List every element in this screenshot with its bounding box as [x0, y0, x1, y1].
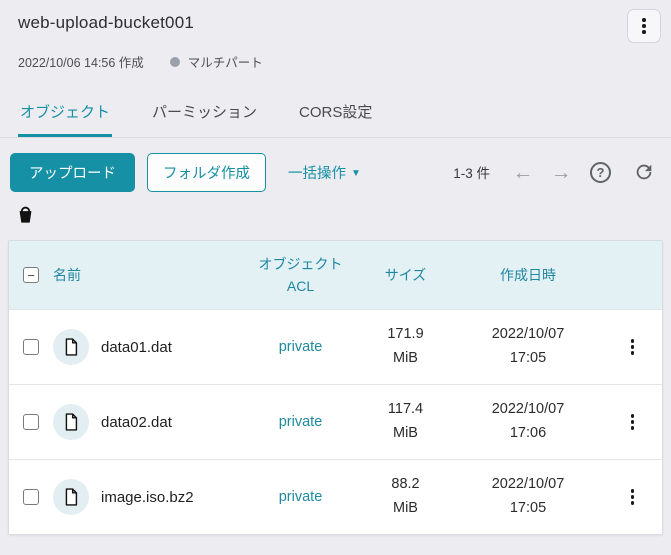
table-row: data02.dat private 117.4 MiB 2022/10/07 … [9, 384, 662, 459]
kebab-menu-icon [631, 414, 635, 430]
object-name-link[interactable]: image.iso.bz2 [101, 489, 194, 506]
object-size: 171.9 MiB [358, 323, 453, 371]
pagination: 1-3 件 ← → ? [453, 160, 657, 184]
object-created-datetime: 2022/10/07 17:06 [453, 398, 603, 446]
tab-bar: オブジェクト パーミッション CORS設定 [0, 97, 671, 138]
refresh-icon[interactable] [633, 160, 657, 184]
object-size: 117.4 MiB [358, 398, 453, 446]
multipart-status-dot-icon [170, 57, 180, 67]
file-icon [53, 404, 89, 440]
object-toolbar: アップロード フォルダ作成 一括操作 ▼ 1-3 件 ← → ? [10, 152, 657, 192]
create-folder-button[interactable]: フォルダ作成 [147, 153, 266, 192]
help-icon[interactable]: ? [590, 162, 611, 183]
multipart-badge: マルチパート [188, 52, 263, 71]
select-all-checkbox[interactable]: − [23, 267, 39, 283]
bucket-root-icon[interactable] [16, 204, 35, 232]
title-bar: web-upload-bucket001 [0, 0, 671, 43]
tab-objects[interactable]: オブジェクト [18, 97, 112, 137]
bucket-actions-menu-button[interactable] [627, 9, 661, 43]
upload-button[interactable]: アップロード [10, 153, 135, 192]
file-icon [53, 329, 89, 365]
bulk-actions-dropdown[interactable]: 一括操作 ▼ [288, 162, 361, 183]
file-icon [53, 479, 89, 515]
kebab-menu-icon [631, 339, 635, 355]
created-timestamp: 2022/10/06 14:56 作成 [18, 52, 144, 71]
object-created-datetime: 2022/10/07 17:05 [453, 473, 603, 521]
row-checkbox[interactable] [23, 414, 39, 430]
row-actions-menu-button[interactable] [603, 489, 662, 505]
table-row: image.iso.bz2 private 88.2 MiB 2022/10/0… [9, 459, 662, 534]
row-actions-menu-button[interactable] [603, 414, 662, 430]
tab-permissions[interactable]: パーミッション [150, 97, 259, 137]
object-size: 88.2 MiB [358, 473, 453, 521]
column-header-size: サイズ [358, 264, 453, 286]
object-name-link[interactable]: data01.dat [101, 339, 172, 356]
row-actions-menu-button[interactable] [603, 339, 662, 355]
caret-down-icon: ▼ [351, 166, 361, 179]
bucket-detail-page: web-upload-bucket001 2022/10/06 14:56 作成… [0, 0, 671, 555]
object-acl-link[interactable]: private [243, 414, 358, 430]
kebab-menu-icon [642, 18, 646, 34]
object-acl-link[interactable]: private [243, 489, 358, 505]
breadcrumb [0, 192, 671, 226]
kebab-menu-icon [631, 489, 635, 505]
object-name-link[interactable]: data02.dat [101, 414, 172, 431]
object-acl-link[interactable]: private [243, 339, 358, 355]
row-checkbox[interactable] [23, 489, 39, 505]
tab-cors-settings[interactable]: CORS設定 [297, 97, 374, 137]
column-header-acl: オブジェクト ACL [243, 253, 358, 298]
table-header-row: − 名前 オブジェクト ACL サイズ 作成日時 [9, 241, 662, 309]
prev-page-arrow-icon[interactable]: ← [504, 162, 542, 183]
table-row: data01.dat private 171.9 MiB 2022/10/07 … [9, 309, 662, 384]
row-checkbox[interactable] [23, 339, 39, 355]
objects-table: − 名前 オブジェクト ACL サイズ 作成日時 data01.dat priv… [8, 240, 663, 535]
bulk-actions-label: 一括操作 [288, 162, 346, 183]
item-range-label: 1-3 件 [453, 162, 490, 182]
object-created-datetime: 2022/10/07 17:05 [453, 323, 603, 371]
column-header-created: 作成日時 [453, 264, 603, 286]
next-page-arrow-icon[interactable]: → [542, 162, 580, 183]
column-header-name: 名前 [53, 264, 243, 286]
bucket-meta: 2022/10/06 14:56 作成 マルチパート [0, 43, 671, 71]
page-title: web-upload-bucket001 [18, 9, 194, 33]
